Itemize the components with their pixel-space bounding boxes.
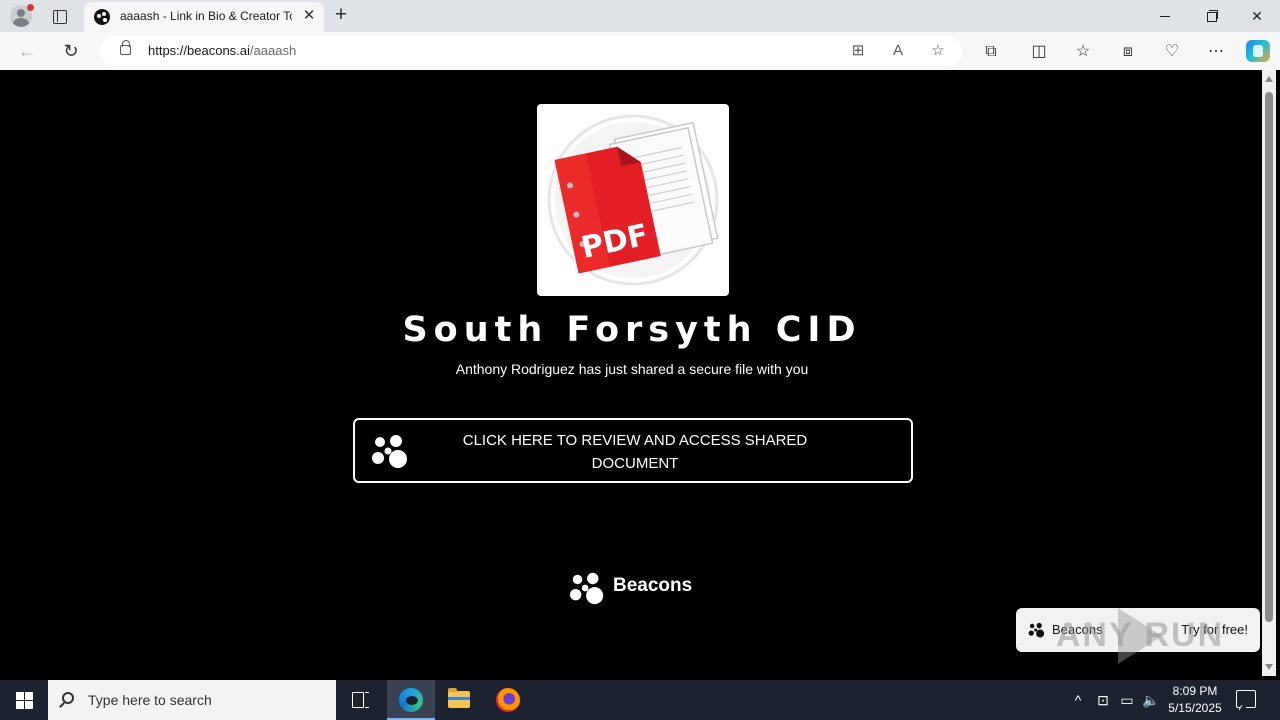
search-icon bbox=[62, 692, 74, 704]
show-hidden-icons-chevron-icon[interactable]: ^ bbox=[1068, 680, 1088, 720]
page-subtitle: Anthony Rodriguez has just shared a secu… bbox=[455, 361, 809, 377]
pdf-document-icon: PDF bbox=[547, 114, 719, 286]
beacons-brand-name: Beacons bbox=[613, 575, 693, 596]
beacons-logo-icon bbox=[569, 572, 604, 605]
tab-actions-icon[interactable] bbox=[48, 6, 70, 26]
settings-more-icon[interactable]: ⋯ bbox=[1205, 41, 1227, 63]
lock-icon[interactable] bbox=[120, 40, 131, 55]
task-view-icon[interactable] bbox=[336, 680, 384, 720]
new-tab-button[interactable]: + bbox=[330, 4, 352, 26]
scroll-up-icon[interactable] bbox=[1265, 76, 1273, 82]
edge-taskbar-button[interactable] bbox=[387, 680, 435, 720]
taskbar-search-box[interactable]: Type here to search bbox=[48, 680, 336, 720]
read-aloud-icon[interactable]: A bbox=[888, 41, 908, 61]
firefox-taskbar-button[interactable] bbox=[484, 680, 532, 720]
back-arrow-icon[interactable]: ← bbox=[14, 39, 40, 63]
beacons-favicon-icon bbox=[94, 9, 110, 25]
beacons-footer-link[interactable]: Beacons bbox=[569, 568, 699, 608]
network-icon[interactable]: ▭ bbox=[1116, 680, 1138, 720]
active-tab[interactable]: aaaash - Link in Bio & Creator Tools ✕ bbox=[84, 2, 324, 32]
profile-image: PDF bbox=[537, 104, 729, 296]
close-window-button[interactable]: ✕ bbox=[1234, 0, 1280, 32]
restore-button[interactable] bbox=[1188, 0, 1234, 32]
notification-center-icon[interactable] bbox=[1236, 690, 1256, 708]
start-windows-icon[interactable] bbox=[0, 680, 48, 720]
page-viewport: PDF South Forsyth CID Anthony Rodriguez … bbox=[4, 70, 1260, 676]
copilot-icon[interactable] bbox=[1246, 40, 1270, 62]
clock-date: 5/15/2025 bbox=[1168, 701, 1222, 715]
tab-bar: aaaash - Link in Bio & Creator Tools ✕ +… bbox=[0, 0, 1280, 32]
close-tab-icon[interactable]: ✕ bbox=[300, 7, 318, 25]
split-screen-icon[interactable]: ◫ bbox=[1028, 41, 1050, 63]
file-explorer-taskbar-button[interactable] bbox=[435, 680, 483, 720]
minimize-button[interactable] bbox=[1142, 0, 1188, 32]
page-title: South Forsyth CID bbox=[402, 310, 862, 350]
scroll-thumb[interactable] bbox=[1265, 92, 1273, 622]
refresh-icon[interactable]: ↻ bbox=[58, 39, 84, 63]
profile-notification-badge bbox=[27, 4, 34, 11]
tab-title: aaaash - Link in Bio & Creator Tools bbox=[120, 9, 292, 23]
search-placeholder: Type here to search bbox=[88, 692, 212, 708]
vertical-scrollbar[interactable] bbox=[1262, 70, 1276, 676]
anyrun-watermark: ANY RUN bbox=[1040, 606, 1240, 666]
address-bar[interactable]: https://beacons.ai/aaaash ⊞ A ☆ bbox=[100, 36, 962, 66]
device-icon[interactable]: ⊡ bbox=[1092, 680, 1114, 720]
browser-toolbar: ← ↻ https://beacons.ai/aaaash ⊞ A ☆ ⧉ ◫ … bbox=[0, 32, 1280, 70]
folder-icon bbox=[448, 688, 470, 708]
collections-icon[interactable]: ⧈ bbox=[1117, 41, 1139, 63]
windows-taskbar: Type here to search ^ ⊡ ▭ 🔈 8:09 PM 5/15… bbox=[0, 680, 1280, 720]
volume-icon[interactable]: 🔈 bbox=[1140, 680, 1162, 720]
beacons-logo-icon bbox=[372, 435, 407, 468]
clock-time: 8:09 PM bbox=[1172, 684, 1218, 698]
review-document-link-button[interactable]: CLICK HERE TO REVIEW AND ACCESS SHARED D… bbox=[353, 418, 913, 483]
favorites-icon[interactable]: ☆ bbox=[1072, 41, 1094, 63]
cta-label: CLICK HERE TO REVIEW AND ACCESS SHARED D… bbox=[462, 432, 808, 472]
favorite-star-icon[interactable]: ☆ bbox=[928, 41, 948, 61]
edge-browser-icon bbox=[399, 688, 423, 712]
browser-essentials-icon[interactable]: ♡ bbox=[1161, 41, 1183, 63]
firefox-icon bbox=[496, 688, 520, 712]
system-clock[interactable]: 8:09 PM 5/15/2025 bbox=[1160, 683, 1230, 717]
app-available-icon[interactable]: ⊞ bbox=[848, 41, 868, 61]
url-text[interactable]: https://beacons.ai/aaaash bbox=[148, 43, 296, 58]
scroll-down-icon[interactable] bbox=[1265, 664, 1273, 670]
extensions-icon[interactable]: ⧉ bbox=[980, 41, 1002, 63]
